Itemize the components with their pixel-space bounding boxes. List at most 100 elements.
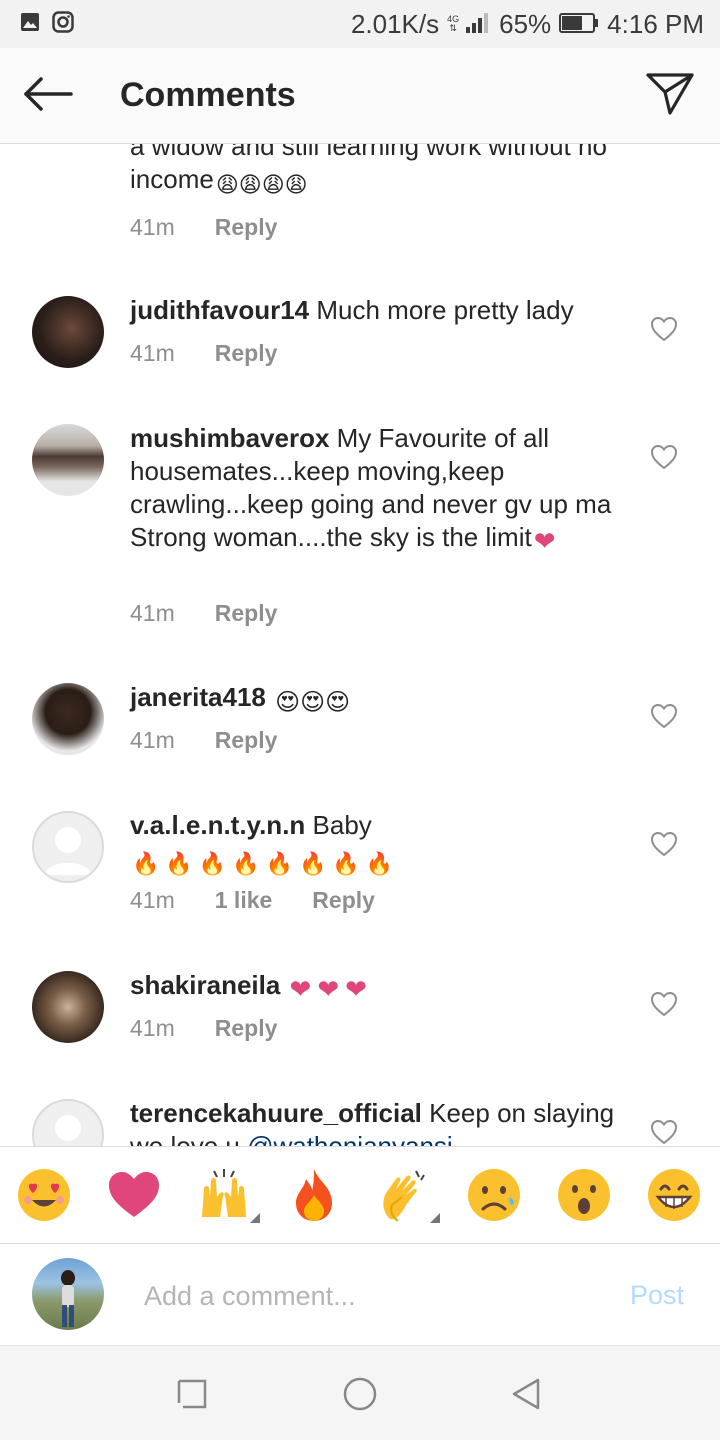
comment-username[interactable]: mushimbaverox (130, 423, 329, 453)
reply-button[interactable]: Reply (215, 1015, 278, 1042)
current-user-avatar (32, 1258, 104, 1330)
arrow-left-icon (23, 76, 73, 116)
comment-text: Baby (312, 810, 372, 840)
nav-back-button[interactable] (506, 1374, 546, 1414)
clapping-hands-icon (383, 1170, 425, 1222)
battery-icon (559, 9, 599, 40)
mention-link[interactable]: @wathonianyansi (247, 1131, 453, 1146)
paper-plane-icon (646, 72, 694, 121)
comment-username[interactable]: judithfavour14 (130, 295, 309, 325)
comment-meta: 41m 1 like Reply (130, 887, 375, 914)
system-nav-bar (0, 1346, 720, 1440)
like-heart-icon[interactable] (650, 831, 678, 857)
red-heart-icon (109, 1172, 159, 1217)
grinning-face-emoji-button[interactable] (644, 1167, 704, 1223)
emoji-quick-bar (0, 1146, 720, 1244)
like-heart-icon[interactable] (650, 991, 678, 1017)
comment-meta: 41m Reply (130, 1015, 277, 1042)
like-heart-icon[interactable] (650, 1119, 678, 1145)
comment-time: 41m (130, 727, 175, 753)
heart-emoji: ❤❤❤ (289, 974, 373, 1004)
comments-header: Comments (0, 48, 720, 144)
reply-button[interactable]: Reply (312, 887, 375, 914)
status-bar: 2.01K/s 4G ⇅ 65% 4:16 PM (0, 0, 720, 48)
network-speed: 2.01K/s (350, 8, 440, 39)
comment-input[interactable] (144, 1274, 584, 1318)
comment-username[interactable]: v.a.l.e.n.t.y.n.n (130, 810, 305, 840)
heart-emoji: ❤ (533, 526, 556, 556)
post-button[interactable]: Post (630, 1280, 684, 1311)
reply-button[interactable]: Reply (215, 340, 278, 367)
fire-emoji: 🔥🔥🔥🔥🔥🔥🔥🔥 (132, 851, 400, 876)
raising-hands-emoji-button[interactable] (194, 1167, 260, 1223)
like-heart-icon[interactable] (650, 444, 678, 470)
avatar-placeholder[interactable] (32, 811, 104, 883)
back-button[interactable] (20, 74, 76, 118)
avatar[interactable] (32, 971, 104, 1043)
page-title: Comments (120, 76, 296, 114)
comment-body: judithfavour14 Much more pretty lady (130, 294, 630, 327)
comment-time: 41m (130, 887, 175, 913)
fire-emoji-button[interactable] (284, 1167, 344, 1223)
comment-body: janerita418 😍😍😍 (130, 681, 630, 719)
comment-time: 41m (130, 214, 175, 240)
comment-body: a widow and still learning work without … (130, 144, 630, 201)
heart-eyes-icon (18, 1169, 70, 1221)
like-count[interactable]: 1 like (215, 887, 273, 914)
comment-meta: 41m Reply (130, 600, 277, 627)
skin-tone-indicator (250, 1213, 260, 1223)
comment-username[interactable]: terencekahuure_official (130, 1098, 422, 1128)
avatar[interactable] (32, 296, 104, 368)
signal-icon (465, 9, 491, 40)
avatar-placeholder[interactable] (32, 1099, 104, 1146)
home-button[interactable] (340, 1374, 380, 1414)
comment-list[interactable]: a widow and still learning work without … (0, 144, 720, 1146)
comment-body: mushimbaverox My Favourite of all housem… (130, 422, 630, 558)
comment-composer: Post (0, 1244, 720, 1346)
frowning-face-emoji-button[interactable] (464, 1167, 524, 1223)
recents-icon (177, 1379, 207, 1409)
instagram-icon (52, 10, 74, 38)
avatar[interactable] (32, 683, 104, 755)
back-icon (512, 1378, 540, 1410)
skin-tone-indicator (430, 1213, 440, 1223)
gallery-icon (20, 12, 40, 37)
reply-button[interactable]: Reply (215, 214, 278, 241)
comment-time: 41m (130, 1015, 175, 1041)
heart-eyes-emoji: 😍😍😍 (275, 689, 351, 716)
heart-eyes-emoji-button[interactable] (14, 1167, 74, 1223)
comment-body: shakiraneila ❤❤❤ (130, 969, 630, 1006)
fire-icon (296, 1169, 332, 1221)
like-heart-icon[interactable] (650, 703, 678, 729)
red-heart-emoji-button[interactable] (104, 1167, 164, 1223)
astonished-face-emoji-button[interactable] (554, 1167, 614, 1223)
comment-item: v.a.l.e.n.t.y.n.n Baby 🔥🔥🔥🔥🔥🔥🔥🔥 41m 1 lik… (0, 810, 720, 921)
comment-item: mushimbaverox My Favourite of all housem… (0, 422, 720, 634)
network-type: 4G ⇅ (447, 14, 460, 33)
comment-time: 41m (130, 600, 175, 626)
comment-body: terencekahuure_official Keep on slaying … (130, 1097, 630, 1146)
comment-item: judithfavour14 Much more pretty lady 41m… (0, 294, 720, 376)
comment-text: Much more pretty lady (316, 295, 574, 325)
share-button[interactable] (640, 70, 700, 122)
raising-hands-icon (202, 1169, 246, 1217)
like-heart-icon[interactable] (650, 316, 678, 342)
comment-username[interactable]: shakiraneila (130, 970, 280, 1000)
clapping-hands-emoji-button[interactable] (374, 1167, 440, 1223)
grinning-face-icon (648, 1169, 700, 1221)
comment-meta: 41m Reply (130, 340, 277, 367)
comment-text: a widow and still learning work without … (130, 144, 607, 194)
comment-time: 41m (130, 340, 175, 366)
network-type-label: 4G (447, 14, 460, 24)
reply-button[interactable]: Reply (215, 727, 278, 754)
reply-button[interactable]: Reply (215, 600, 278, 627)
avatar[interactable] (32, 424, 104, 496)
recents-button[interactable] (172, 1374, 212, 1414)
astonished-face-icon (558, 1169, 610, 1221)
comment-meta: 41m Reply (130, 214, 277, 241)
clock: 4:16 PM (607, 8, 704, 39)
comment-meta: 41m Reply (130, 727, 277, 754)
comment-item: a widow and still learning work without … (0, 144, 720, 240)
frowning-face-icon (468, 1169, 520, 1221)
comment-username[interactable]: janerita418 (130, 682, 266, 712)
